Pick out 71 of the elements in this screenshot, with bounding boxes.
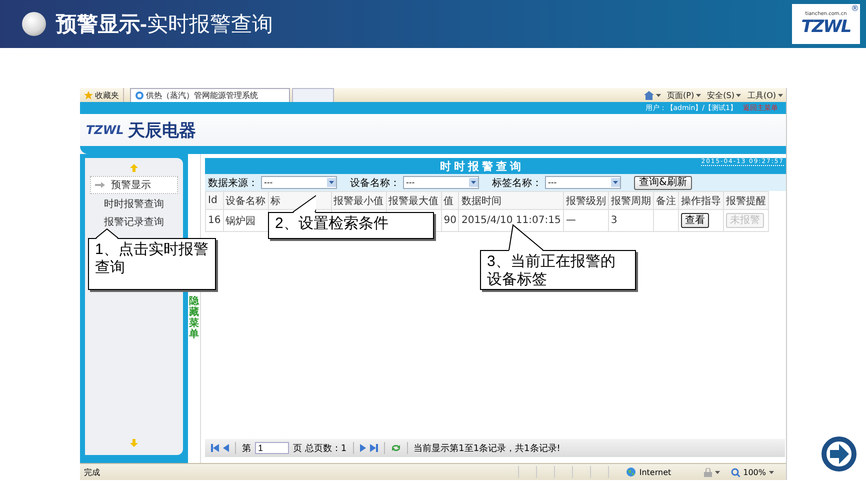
- globe-icon: [626, 467, 636, 477]
- filter-label: 数据来源：: [208, 176, 258, 190]
- page-label: 第: [242, 442, 251, 454]
- view-button[interactable]: 查看: [680, 213, 709, 228]
- column-header: 报警级别: [563, 192, 608, 210]
- dropdown-field[interactable]: ---: [403, 176, 479, 189]
- column-header: 值: [441, 192, 459, 210]
- browser-tab[interactable]: 供热（蒸汽）管网能源管理系统: [130, 88, 290, 102]
- previous-page-icon[interactable]: [223, 444, 229, 452]
- callout: 1、点击实时报警查询: [88, 238, 216, 290]
- menu-button[interactable]: 页面(P): [664, 88, 704, 102]
- dropdown-field[interactable]: ---: [261, 176, 337, 189]
- sidebar-item[interactable]: 预警显示: [90, 176, 178, 194]
- sidebar-item[interactable]: 时时报警查询: [90, 196, 178, 212]
- column-header: Id: [206, 192, 224, 210]
- lock-icon: [704, 468, 712, 476]
- first-page-icon[interactable]: [211, 444, 219, 452]
- filter-label: 标签名称：: [492, 176, 542, 190]
- column-header: 报警最大值: [386, 192, 442, 210]
- zone-label: Internet: [639, 468, 672, 476]
- caret-icon: [736, 92, 742, 98]
- registered-mark: ®: [851, 4, 859, 13]
- callout-pointer: [508, 224, 544, 251]
- column-header: 备注: [653, 192, 678, 210]
- hide-menu-toggle[interactable]: 隐藏菜单: [189, 296, 199, 340]
- status-text: 完成: [84, 466, 100, 478]
- app-logo-mark: TZWL: [86, 123, 124, 137]
- caret-icon: [715, 470, 720, 474]
- refresh-icon[interactable]: [390, 444, 401, 452]
- next-page-icon[interactable]: [360, 444, 366, 452]
- arrow-icon: [95, 182, 105, 188]
- caret-icon: [769, 470, 774, 474]
- query-button[interactable]: 查询&刷新: [634, 176, 692, 190]
- protected-mode-button[interactable]: [704, 468, 720, 476]
- table-cell: 16: [206, 210, 224, 232]
- record-summary: 当前显示第1至1条记录，共1条记录!: [414, 442, 560, 454]
- page-field[interactable]: 1: [255, 442, 289, 454]
- zoom-button[interactable]: 100%: [731, 468, 774, 476]
- sphere-icon: [22, 12, 46, 36]
- page-count: 页 总页数：1: [293, 442, 347, 454]
- column-header: 设备名称: [223, 192, 268, 210]
- filter-label: 设备名称：: [350, 176, 400, 190]
- alert-button: 未报警: [726, 213, 764, 228]
- caret-icon: [656, 92, 662, 98]
- column-header: 数据时间: [458, 192, 564, 210]
- home-icon: [644, 90, 654, 100]
- column-header: 报警提醒: [723, 192, 768, 210]
- callout-pointer: [95, 228, 119, 239]
- last-page-icon[interactable]: [370, 444, 378, 452]
- column-header: 报警最小值: [331, 192, 386, 210]
- dropdown-arrow-icon[interactable]: [611, 178, 620, 187]
- logo-mark: TZWL: [801, 17, 851, 37]
- column-header: 操作指导: [678, 192, 724, 210]
- slide-title: 预警显示-实时报警查询: [56, 12, 273, 38]
- table-cell: 90: [441, 210, 459, 232]
- dropdown-field[interactable]: ---: [545, 176, 621, 189]
- table-cell: 3: [608, 210, 654, 232]
- dropdown-arrow-icon[interactable]: [469, 178, 478, 187]
- menu-button[interactable]: 安全(S): [704, 88, 744, 102]
- star-icon: [84, 90, 93, 100]
- menu-button[interactable]: 工具(O): [744, 88, 786, 102]
- column-header: 报警周期: [608, 192, 654, 210]
- dropdown-arrow-icon[interactable]: [327, 178, 336, 187]
- company-name: 天辰电器: [128, 120, 196, 142]
- table-cell: 一: [563, 210, 608, 232]
- panel-title: 时时报警查询: [440, 158, 524, 174]
- zoom-icon: [731, 468, 740, 476]
- sidebar-item[interactable]: 报警记录查询: [90, 214, 178, 230]
- caret-icon: [696, 92, 702, 98]
- caret-icon: [778, 92, 783, 98]
- next-button[interactable]: [821, 436, 857, 472]
